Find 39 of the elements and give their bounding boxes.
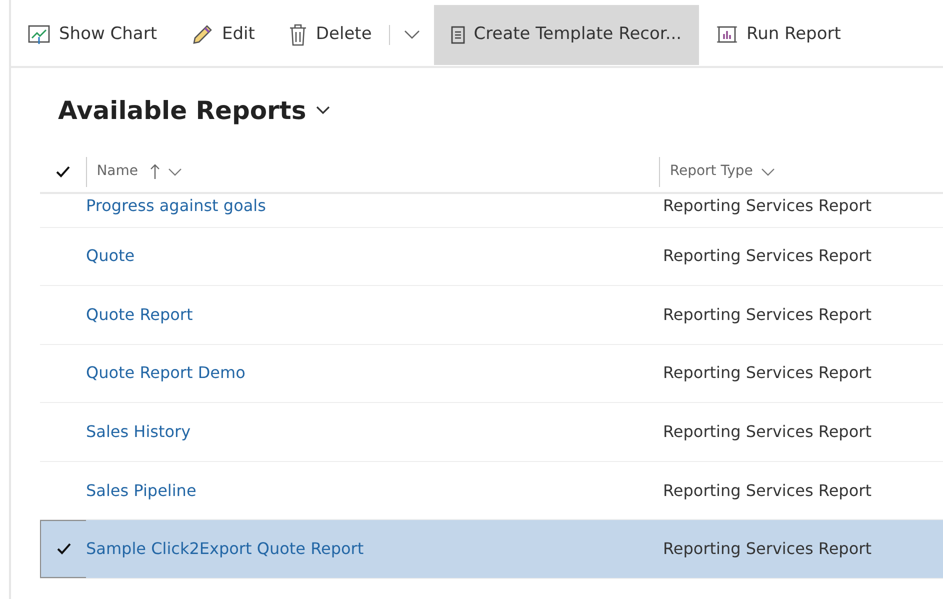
report-type: Reporting Services Report	[663, 194, 872, 216]
report-link[interactable]: Sales Pipeline	[86, 480, 196, 500]
report-link[interactable]: Quote Report	[86, 304, 193, 324]
view-title[interactable]: Available Reports	[58, 92, 306, 130]
document-icon	[450, 26, 465, 44]
report-link[interactable]: Quote Report Demo	[86, 363, 246, 382]
toolbar-button[interactable]: Edit	[174, 5, 272, 65]
report-type: Reporting Services Report	[663, 245, 872, 268]
report-type: Reporting Services Report	[663, 421, 872, 444]
chevron-down-icon[interactable]	[316, 106, 330, 116]
column-header[interactable]: Report Type	[658, 156, 943, 186]
table-row[interactable]: Quote Reporting Services Report	[40, 228, 943, 286]
toolbar-button[interactable]: Delete	[272, 5, 389, 65]
table-row[interactable]: Sales History Reporting Services Report	[40, 403, 943, 462]
column-header[interactable]: Name	[86, 156, 659, 186]
report-type: Reporting Services Report	[663, 304, 872, 326]
chevron-down-icon	[168, 168, 182, 176]
report-type: Reporting Services Report	[663, 480, 872, 502]
trash-icon	[288, 24, 307, 46]
toolbar-button[interactable]: Create Template Recor...	[434, 5, 699, 65]
table-row[interactable]: Sample Click2Export Quote Report Reporting Services Report	[40, 520, 943, 580]
report-type: Reporting Services Report	[663, 538, 872, 560]
toolbar-button[interactable]: Run Report	[698, 5, 858, 65]
check-icon[interactable]	[56, 166, 70, 178]
table-row[interactable]: Progress against goals Reporting Services Report	[40, 194, 943, 228]
report-link[interactable]: Progress against goals	[86, 196, 266, 214]
table-row[interactable]: Quote Report Reporting Services Report	[40, 286, 943, 345]
pencil-icon	[191, 24, 213, 46]
report-link[interactable]: Quote	[86, 246, 135, 266]
toolbar-button[interactable]: Show Chart	[11, 5, 174, 65]
report-type: Reporting Services Report	[663, 362, 872, 384]
report-link[interactable]: Sample Click2Export Quote Report	[86, 539, 364, 558]
chevron-down-icon	[404, 30, 420, 40]
chart-icon	[28, 25, 50, 45]
chevron-down-icon	[760, 168, 775, 176]
bar-report-icon	[716, 25, 738, 45]
table-row[interactable]: Quote Report Demo Reporting Services Report	[40, 344, 943, 404]
check-icon[interactable]	[56, 543, 70, 556]
report-link[interactable]: Sales History	[86, 422, 191, 442]
